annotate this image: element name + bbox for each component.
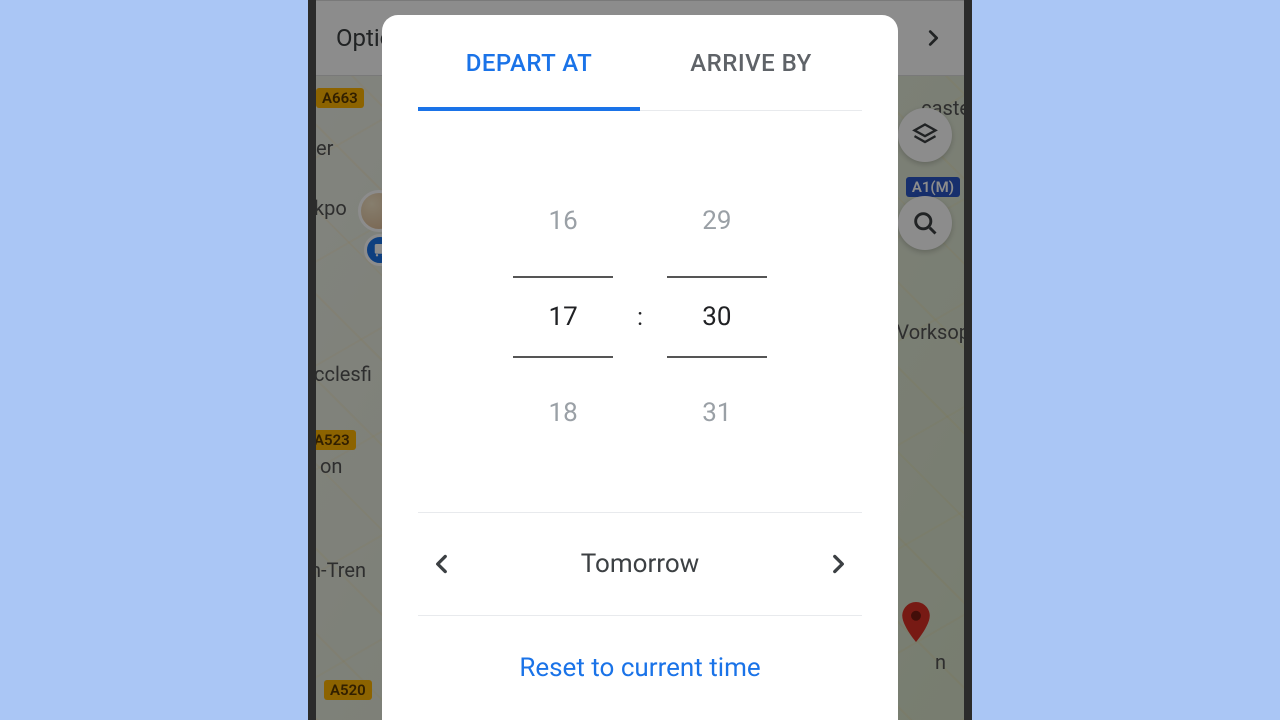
tab-bar: DEPART AT ARRIVE BY bbox=[418, 15, 862, 111]
hour-selected: 17 bbox=[513, 276, 613, 358]
date-selector: Tomorrow bbox=[418, 512, 862, 616]
next-day-button[interactable] bbox=[814, 540, 862, 588]
phone-screen: A663 A523 A520 A1(M) er kpo cclesfi on n… bbox=[316, 0, 964, 720]
phone-frame: A663 A523 A520 A1(M) er kpo cclesfi on n… bbox=[308, 0, 972, 720]
reset-row: Reset to current time bbox=[382, 616, 898, 720]
time-picker-dialog: DEPART AT ARRIVE BY 16 17 18 : 29 30 31 bbox=[382, 15, 898, 720]
minute-prev: 29 bbox=[702, 206, 731, 236]
time-separator: : bbox=[637, 303, 643, 331]
reset-to-current-time-link[interactable]: Reset to current time bbox=[519, 653, 760, 683]
minute-wheel[interactable]: 29 30 31 bbox=[667, 206, 767, 428]
tab-arrive-by[interactable]: ARRIVE BY bbox=[640, 15, 862, 110]
tab-depart-at[interactable]: DEPART AT bbox=[418, 15, 640, 110]
time-picker: 16 17 18 : 29 30 31 bbox=[382, 111, 898, 512]
hour-next: 18 bbox=[548, 398, 577, 428]
minute-selected: 30 bbox=[667, 276, 767, 358]
minute-next: 31 bbox=[702, 398, 731, 428]
chevron-left-icon bbox=[429, 551, 455, 577]
chevron-right-icon bbox=[825, 551, 851, 577]
prev-day-button[interactable] bbox=[418, 540, 466, 588]
hour-prev: 16 bbox=[548, 206, 577, 236]
hour-wheel[interactable]: 16 17 18 bbox=[513, 206, 613, 428]
date-label: Tomorrow bbox=[581, 549, 699, 579]
